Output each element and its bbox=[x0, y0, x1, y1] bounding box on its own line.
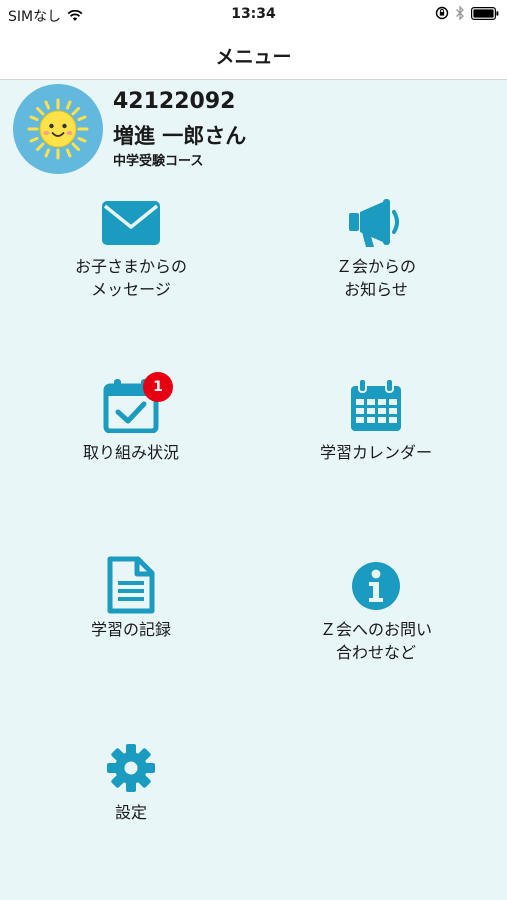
menu-item-settings-icon-wrap bbox=[31, 742, 231, 798]
orientation-lock-icon bbox=[435, 6, 449, 20]
menu-item-messages-label: お子さまからの メッセージ bbox=[31, 255, 231, 301]
page-title: メニュー bbox=[215, 46, 292, 68]
menu-item-calendar[interactable]: 学習カレンダー bbox=[276, 375, 476, 470]
nav-bar: メニュー bbox=[0, 30, 507, 80]
menu-item-messages-icon-wrap bbox=[31, 195, 231, 251]
battery-icon bbox=[471, 6, 499, 20]
menu-item-news[interactable]: Ｚ会からの お知らせ bbox=[276, 195, 476, 305]
sun-face-icon bbox=[27, 98, 89, 160]
envelope-icon bbox=[102, 201, 160, 245]
menu-item-calendar-icon-wrap bbox=[276, 375, 476, 431]
menu-item-news-line2: お知らせ bbox=[344, 280, 408, 299]
gear-icon bbox=[107, 744, 155, 792]
menu-item-progress-label: 取り組み状況 bbox=[82, 443, 179, 462]
document-icon bbox=[107, 556, 155, 614]
menu-item-records-icon-wrap bbox=[31, 556, 231, 614]
course-name: 中学受験コース bbox=[113, 154, 204, 169]
menu-item-records-label: 学習の記録 bbox=[90, 620, 171, 639]
menu-item-contact-icon-wrap bbox=[276, 558, 476, 614]
menu-item-messages-line2: メッセージ bbox=[91, 280, 171, 299]
menu-item-news-label: Ｚ会からの お知らせ bbox=[276, 255, 476, 301]
menu-item-messages[interactable]: お子さまからの メッセージ bbox=[31, 195, 231, 305]
calendar-grid-icon bbox=[351, 378, 401, 431]
menu-item-contact[interactable]: Ｚ会へのお問い 合わせなど bbox=[276, 558, 476, 668]
info-icon bbox=[352, 562, 400, 610]
megaphone-icon bbox=[349, 199, 399, 247]
menu-item-progress[interactable]: 1 取り組み状況 bbox=[31, 372, 231, 470]
bluetooth-icon bbox=[456, 5, 464, 21]
menu-item-contact-line2: 合わせなど bbox=[335, 643, 416, 662]
menu-item-calendar-label: 学習カレンダー bbox=[319, 443, 432, 462]
menu-item-contact-line1: Ｚ会へのお問い bbox=[319, 620, 432, 639]
menu-item-news-line1: Ｚ会からの bbox=[335, 257, 416, 276]
status-bar-right bbox=[435, 5, 499, 21]
menu-item-messages-line1: お子さまからの bbox=[74, 257, 187, 276]
status-bar: SIMなし 13:34 bbox=[0, 0, 507, 30]
menu-item-news-icon-wrap bbox=[276, 195, 476, 251]
user-name: 増進 一郎さん bbox=[113, 124, 247, 148]
menu-item-progress-icon-wrap bbox=[31, 375, 231, 433]
profile-header: 42122092 増進 一郎さん 中学受験コース bbox=[13, 84, 493, 176]
menu-item-records[interactable]: 学習の記録 bbox=[31, 556, 231, 646]
status-time: 13:34 bbox=[231, 6, 276, 22]
user-id: 42122092 bbox=[113, 89, 236, 114]
menu-item-settings-label: 設定 bbox=[114, 803, 147, 822]
notification-badge: 1 bbox=[143, 372, 173, 402]
menu-item-settings[interactable]: 設定 bbox=[31, 742, 231, 827]
menu-item-contact-label: Ｚ会へのお問い 合わせなど bbox=[276, 618, 476, 664]
avatar bbox=[13, 84, 103, 174]
